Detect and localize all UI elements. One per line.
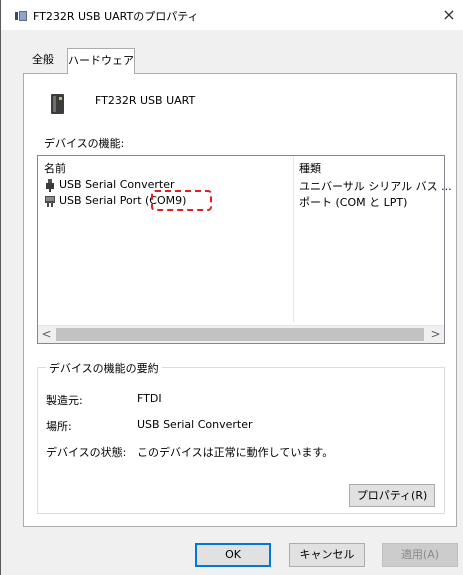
column-header-name[interactable]: 名前 <box>44 160 66 176</box>
row-name: USB Serial Converter <box>59 178 175 191</box>
status-value: このデバイスは正常に動作しています。 <box>137 446 334 459</box>
location-value: USB Serial Converter <box>137 418 253 431</box>
scroll-thumb[interactable] <box>56 328 424 341</box>
title-bar: FT232R USB UARTのプロパティ × <box>1 0 463 30</box>
properties-button[interactable]: プロパティ(R) <box>349 484 435 507</box>
device-functions-list[interactable]: 名前 種類 USB Serial Converter ユニバーサル シリアル バ… <box>37 155 452 344</box>
usb-device-icon <box>51 94 64 114</box>
device-name: FT232R USB UART <box>95 94 196 107</box>
row-name: USB Serial Port (COM9) <box>59 194 187 207</box>
status-label: デバイスの状態: <box>46 446 127 459</box>
properties-dialog: FT232R USB UARTのプロパティ × 全般 ハードウェア FT232R… <box>0 0 463 575</box>
device-manager-icon <box>15 11 27 21</box>
apply-button[interactable]: 適用(A) <box>382 543 458 567</box>
tab-hardware[interactable]: ハードウェア <box>67 48 135 74</box>
hardware-tab-panel: FT232R USB UART デバイスの機能: 名前 種類 USB Seria… <box>23 73 457 527</box>
cancel-button[interactable]: キャンセル <box>289 543 365 567</box>
location-label: 場所: <box>46 420 72 433</box>
manufacturer-label: 製造元: <box>46 394 83 407</box>
list-item[interactable]: USB Serial Port (COM9) ポート (COM と LPT) <box>39 194 443 209</box>
port-icon <box>45 196 55 207</box>
summary-legend: デバイスの機能の要約 <box>46 360 162 376</box>
window-title: FT232R USB UARTのプロパティ <box>33 10 199 23</box>
column-header-type[interactable]: 種類 <box>299 160 321 176</box>
scroll-right-icon[interactable]: > <box>427 326 444 343</box>
manufacturer-value: FTDI <box>137 392 162 405</box>
ok-button[interactable]: OK <box>195 543 271 567</box>
scroll-left-icon[interactable]: < <box>38 326 55 343</box>
row-type: ポート (COM と LPT) <box>299 196 408 209</box>
row-type: ユニバーサル シリアル バス ... <box>299 180 452 193</box>
tab-general[interactable]: 全般 <box>23 50 63 72</box>
device-summary-group: デバイスの機能の要約 製造元: FTDI 場所: USB Serial Conv… <box>37 360 445 514</box>
list-item[interactable]: USB Serial Converter ユニバーサル シリアル バス ... <box>39 178 452 193</box>
horizontal-scrollbar[interactable]: < > <box>38 325 444 343</box>
close-button[interactable]: × <box>437 4 461 26</box>
device-functions-label: デバイスの機能: <box>44 137 125 150</box>
usb-plug-icon <box>46 179 54 192</box>
